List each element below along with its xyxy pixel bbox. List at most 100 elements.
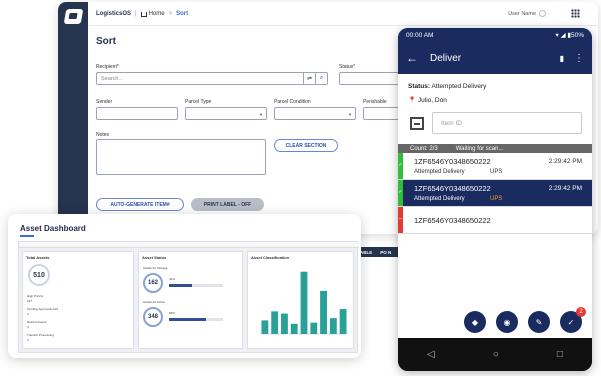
screen-title: Deliver [430,52,462,64]
tracking-number: 1ZF6546Y0348650222 [414,157,491,166]
location: 📍 Julio, Don [408,96,447,104]
chart-bar[interactable] [290,323,298,334]
logisticsos-logo-icon[interactable] [63,9,84,24]
chart-title: Asset Classification [251,255,290,260]
camera-fab[interactable]: ◉ [496,311,518,333]
table-col-able[interactable]: ABLE [360,250,372,255]
nav-back-icon[interactable]: ◁ [427,349,435,360]
chevron-down-icon: ▼ [348,112,352,117]
complete-fab[interactable]: ✓ 2 [560,307,586,333]
row-status: Attempted Delivery [414,169,465,175]
print-label-toggle[interactable]: PRINT LABEL - OFF [191,198,264,211]
package-row[interactable]: ✓ 1ZF6546Y0348650222 2:29:42 PM Attempte… [398,153,592,180]
more-vert-icon[interactable]: ⋮ [574,53,584,64]
notes-textarea[interactable] [96,139,266,175]
status-a-progress-fill [169,284,192,287]
breadcrumb-separator: | [135,10,137,17]
filter-icon[interactable]: ⇌ [303,73,315,84]
panel-title: Total Assets [26,255,50,260]
search-icon[interactable]: ⌕ [315,73,327,84]
item-id-input[interactable]: Item ID [432,112,582,134]
nav-home-icon[interactable]: ○ [493,349,499,360]
metric-value: 237 [27,299,33,303]
status-label: Status* [339,64,356,70]
metric-label: Retired Assets [27,320,47,324]
item-scan-row: Item ID [408,112,582,136]
metric-value: 4 [27,312,29,316]
app-grid-icon[interactable] [571,9,580,18]
sender-field[interactable] [96,107,178,120]
page-title: Sort [96,36,116,47]
asset-status-panel: Asset Status Awaits for Storage 162 42% … [138,251,243,349]
signature-fab[interactable]: ✎ [528,311,550,333]
parcel-condition-label: Parcel Condition [274,99,311,105]
chart-bar[interactable] [300,271,308,334]
wifi-icon: ▾ [555,32,559,39]
tracking-number: 1ZF6546Y0348650222 [414,184,491,193]
status-b-pct: 68% [169,311,176,315]
notification-badge: 2 [576,307,586,317]
location-pin-icon: 📍 [408,97,417,104]
status-bar: 00:00 AM ▾ ◢ ▮50% [398,28,592,42]
dashboard-canvas: Total Assets 510 High Priority 237 Pendi… [18,241,359,353]
chart-bar[interactable] [339,309,347,334]
chart-bar[interactable] [271,311,279,334]
recipient-label: Recipient* [96,64,119,70]
metric-label: Pending Approvals Ad3 [27,307,59,311]
side-rail [58,2,88,234]
trash-icon[interactable]: ▮ [560,54,564,63]
home-icon[interactable] [140,12,147,17]
signature-icon: ✎ [535,317,543,327]
barcode-scan-icon[interactable] [410,117,424,130]
recipient-search-input[interactable]: Search... ⇌ ⌕ [96,72,328,85]
parcel-condition-select[interactable]: ▼ [274,107,356,120]
breadcrumb-chevron: > [168,10,173,17]
status-a-label: Awaits for Storage [143,266,168,270]
status-b-gauge: 348 [143,307,163,327]
search-placeholder: Search... [101,75,124,82]
app-bar: ← Deliver ▮ ⋮ [398,42,592,74]
chart-bar[interactable] [310,322,318,334]
row-status: Attempted Delivery [414,196,465,202]
scan-waiting: Waiting for scan... [455,145,504,152]
check-icon: ✓ [398,189,403,195]
chart-bar[interactable] [329,318,337,334]
nav-recents-icon[interactable]: □ [557,349,563,360]
chart-bar[interactable] [261,320,269,334]
user-name[interactable]: User Name [508,11,536,17]
total-assets-gauge: 510 [28,264,50,286]
chart-bar[interactable] [281,313,288,334]
breadcrumb-current: Sort [176,10,189,17]
metric-value: 4 [27,325,29,329]
app-name: LogisticsOS [96,10,132,17]
back-arrow-icon[interactable]: ← [406,51,418,65]
metric-label: High Priority [27,294,44,298]
scan-count-bar: Count: 2/3 Waiting for scan... [398,144,592,153]
status-value: Attempted Delivery [431,83,487,90]
package-row-selected[interactable]: ✓ 1ZF6546Y0348650222 2:29:42 PM Attempte… [398,180,592,207]
breadcrumb-home[interactable]: Home [149,11,165,17]
perishable-select[interactable] [363,107,399,120]
dashboard-toolbar [19,242,359,248]
signal-icon: ◢ [560,32,566,39]
auto-generate-button[interactable]: AUTO-GENERATE ITEM# [96,198,184,211]
asset-dashboard-card: Asset Dashboard Total Assets 510 High Pr… [8,214,361,358]
chart-bar[interactable] [320,290,327,334]
asset-classification-panel: Asset Classification [247,251,354,349]
table-header: ABLE PO N [356,247,398,257]
tag-fab[interactable]: ◆ [464,311,486,333]
parcel-type-select[interactable]: ▼ [185,107,267,120]
status-a-progress [169,284,223,287]
sender-label: Sender [96,99,113,105]
notes-label: Notes [96,132,110,138]
clock: 00:00 AM [406,31,434,39]
status-select[interactable] [339,72,399,85]
status-b-label: Awaits for Active [143,300,165,304]
error-icon: – [399,216,402,222]
location-name: Julio, Don [417,97,447,104]
delivery-status: Status: Attempted Delivery [408,83,486,90]
table-col-po[interactable]: PO N [380,250,391,255]
package-row[interactable]: – 1ZF6546Y0348650222 [398,207,592,234]
clear-section-button[interactable]: CLEAR SECTION [274,139,338,152]
user-menu-icon[interactable] [539,10,546,17]
